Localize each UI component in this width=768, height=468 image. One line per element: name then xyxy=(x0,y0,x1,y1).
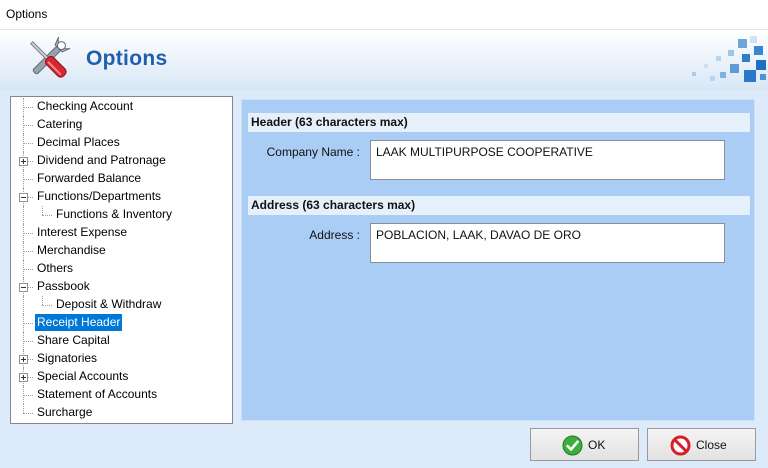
header-section-title: Header (63 characters max) xyxy=(248,113,750,132)
tree-connector xyxy=(23,233,33,234)
tree-item[interactable]: Catering xyxy=(11,116,231,134)
no-entry-icon xyxy=(670,435,691,456)
tree-item[interactable]: Functions & Inventory xyxy=(11,206,231,224)
tree-item-label: Dividend and Patronage xyxy=(37,153,166,167)
tree-connector xyxy=(23,296,24,314)
tools-wrench-screwdriver-icon xyxy=(30,36,71,78)
tree-item[interactable]: Special Accounts xyxy=(11,368,231,386)
tree-item[interactable]: Deposit & Withdraw xyxy=(11,296,231,314)
tree-item[interactable]: Surcharge xyxy=(11,404,231,422)
tree-item-label: Deposit & Withdraw xyxy=(56,297,162,311)
tree-item[interactable]: Dividend and Patronage xyxy=(11,152,231,170)
expand-plus-icon[interactable] xyxy=(19,373,28,382)
tree-connector xyxy=(23,323,33,324)
tree-item-label: Merchandise xyxy=(37,243,106,257)
tree-item-label: Others xyxy=(37,261,74,275)
company-name-field[interactable]: LAAK MULTIPURPOSE COOPERATIVE xyxy=(370,140,725,180)
collapse-minus-icon[interactable] xyxy=(19,283,28,292)
tree-item-label: Interest Expense xyxy=(37,225,128,239)
tree-connector xyxy=(23,269,33,270)
tree-item[interactable]: Checking Account xyxy=(11,98,231,116)
close-button-label: Close xyxy=(696,438,727,452)
tree-connector xyxy=(42,215,52,216)
tree-connector xyxy=(23,413,33,414)
tree-connector xyxy=(23,251,33,252)
collapse-minus-icon[interactable] xyxy=(19,193,28,202)
tree-item[interactable]: Share Capital xyxy=(11,332,231,350)
decorative-squares xyxy=(692,36,766,82)
tree-item-label: Decimal Places xyxy=(37,135,120,149)
tree-item-label: Share Capital xyxy=(37,333,110,347)
tree-connector xyxy=(23,206,24,224)
tree-connector xyxy=(23,404,24,413)
options-header-banner: Options xyxy=(0,30,768,90)
tree-item-label: Checking Account xyxy=(37,99,134,113)
tree-connector xyxy=(23,179,33,180)
tree-item[interactable]: Statement of Accounts xyxy=(11,386,231,404)
tree-item-label: Functions/Departments xyxy=(37,189,162,203)
tree-connector xyxy=(23,395,33,396)
window-title: Options xyxy=(6,7,48,21)
tree-item-label: Functions & Inventory xyxy=(56,207,173,221)
tree-item[interactable]: Functions/Departments xyxy=(11,188,231,206)
check-circle-icon xyxy=(562,435,583,456)
address-field[interactable]: POBLACION, LAAK, DAVAO DE ORO xyxy=(370,223,725,263)
tree-connector xyxy=(42,305,52,306)
tree-item[interactable]: Merchandise xyxy=(11,242,231,260)
address-label: Address : xyxy=(309,228,360,242)
tree-item-label: Passbook xyxy=(37,279,90,293)
tree-item[interactable]: Others xyxy=(11,260,231,278)
tree-item-label: Catering xyxy=(37,117,83,131)
address-section-title: Address (63 characters max) xyxy=(248,196,750,215)
tree-connector xyxy=(23,143,33,144)
tree-connector xyxy=(42,296,43,305)
tree-item[interactable]: Interest Expense xyxy=(11,224,231,242)
expand-plus-icon[interactable] xyxy=(19,355,28,364)
window-titlebar: Options xyxy=(0,0,768,30)
ok-button-label: OK xyxy=(588,438,606,452)
tree-item[interactable]: Signatories xyxy=(11,350,231,368)
tree-item-label: Statement of Accounts xyxy=(37,387,158,401)
tree-connector xyxy=(42,206,43,215)
tree-item-label: Surcharge xyxy=(37,405,93,419)
close-button[interactable]: Close xyxy=(647,428,756,461)
options-tree[interactable]: Checking Account Catering Decimal Places Di… xyxy=(10,96,233,424)
page-title: Options xyxy=(86,47,168,70)
tree-connector xyxy=(23,341,33,342)
tree-item[interactable]: Receipt Header xyxy=(11,314,231,332)
tree-connector xyxy=(23,125,33,126)
tree-item-label: Forwarded Balance xyxy=(37,171,142,185)
tree-item-label: Receipt Header xyxy=(35,314,123,331)
tree-item[interactable]: Passbook xyxy=(11,278,231,296)
receipt-header-panel: Header (63 characters max) Company Name … xyxy=(241,99,755,421)
tree-connector xyxy=(23,107,33,108)
tree-item-label: Signatories xyxy=(37,351,98,365)
tree-item[interactable]: Forwarded Balance xyxy=(11,170,231,188)
company-name-label: Company Name : xyxy=(266,145,360,159)
tree-item-label: Special Accounts xyxy=(37,369,129,383)
ok-button[interactable]: OK xyxy=(530,428,639,461)
tree-item[interactable]: Decimal Places xyxy=(11,134,231,152)
expand-plus-icon[interactable] xyxy=(19,157,28,166)
